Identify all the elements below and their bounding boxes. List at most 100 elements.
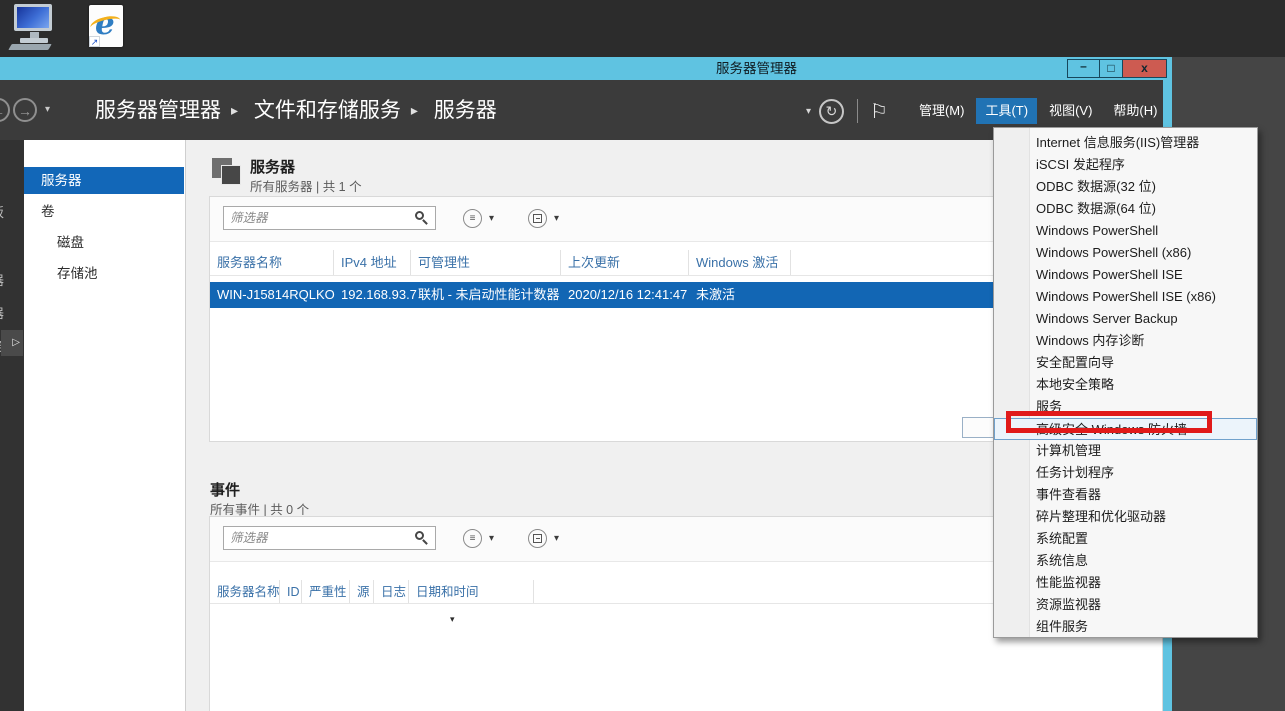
tools-menu-item[interactable]: 本地安全策略 xyxy=(994,374,1257,396)
tools-menu-item[interactable]: Windows PowerShell ISE (x86) xyxy=(994,286,1257,308)
computer-base-icon xyxy=(20,38,48,43)
tools-menu-item[interactable]: iSCSI 发起程序 xyxy=(994,154,1257,176)
tools-menu-item[interactable]: 资源监视器 xyxy=(994,594,1257,616)
breadcrumb-segment[interactable]: 服务器管理器 xyxy=(95,99,221,122)
internet-explorer-desktop-icon[interactable]: e ↗ xyxy=(82,5,130,51)
column-header[interactable]: ID xyxy=(280,580,302,603)
query-options-caret-icon[interactable]: ▾ xyxy=(489,533,494,544)
server-cell: 未激活 xyxy=(689,282,791,308)
menu-hover-artifact xyxy=(962,417,994,438)
breadcrumb-segment[interactable]: 文件和存储服务 xyxy=(254,99,401,122)
server-cell: 联机 - 未启动性能计数器 xyxy=(411,282,561,308)
menubar-item[interactable]: 视图(V) xyxy=(1040,98,1101,124)
breadcrumb-separator-icon: ▸ xyxy=(401,102,428,118)
save-query-button[interactable] xyxy=(528,529,547,548)
close-button[interactable]: x xyxy=(1122,59,1167,78)
computer-keyboard-icon xyxy=(8,44,51,50)
save-icon xyxy=(533,534,542,543)
breadcrumb-separator-icon: ▸ xyxy=(221,102,248,118)
server-cell: 2020/12/16 12:41:47 xyxy=(561,282,689,308)
column-header[interactable]: 日期和时间 xyxy=(409,580,534,603)
tools-menu-item[interactable]: ODBC 数据源(32 位) xyxy=(994,176,1257,198)
refresh-icon[interactable]: ↻ xyxy=(819,99,844,124)
query-options-button[interactable]: ≡ xyxy=(463,529,482,548)
window-titlebar: 服务器管理器 – □ x xyxy=(0,57,1172,80)
save-query-button[interactable] xyxy=(528,209,547,228)
clipped-nav-glyph: 器 xyxy=(0,270,4,289)
maximize-button[interactable]: □ xyxy=(1099,59,1123,78)
clipped-nav-glyph: 板 xyxy=(0,202,4,221)
tools-menu-item[interactable]: Windows Server Backup xyxy=(994,308,1257,330)
header-toolbar: ▾ ↻ ⚐ 管理(M) 工具(T) 视图(V) 帮助(H) xyxy=(806,97,1169,125)
breadcrumb-segment[interactable]: 服务器 xyxy=(434,99,497,122)
computer-monitor-icon xyxy=(14,4,52,31)
desktop: e ↗ 服务器管理器 – □ x ← → ▾ 服务器管理器▸ 文件和存储服务▸ … xyxy=(0,0,1285,711)
tools-menu-item[interactable]: 碎片整理和优化驱动器 xyxy=(994,506,1257,528)
menubar-item[interactable]: 管理(M) xyxy=(910,98,974,124)
maximize-icon: □ xyxy=(1100,60,1122,77)
notifications-flag-icon[interactable]: ⚐ xyxy=(870,99,888,124)
tools-menu-item[interactable]: 事件查看器 xyxy=(994,484,1257,506)
tools-menu-list: Internet 信息服务(IIS)管理器 iSCSI 发起程序 ODBC 数据… xyxy=(994,128,1257,637)
notifications-caret-icon[interactable]: ▾ xyxy=(806,106,811,117)
tools-menu-item[interactable]: 安全配置向导 xyxy=(994,352,1257,374)
tools-menu-item[interactable]: 任务计划程序 xyxy=(994,462,1257,484)
tools-menu-item[interactable]: Windows PowerShell ISE xyxy=(994,264,1257,286)
tools-menu-item[interactable]: 系统配置 xyxy=(994,528,1257,550)
sidebar-item[interactable]: 存储池 xyxy=(24,260,184,287)
sidebar-item[interactable]: 卷 xyxy=(24,198,184,225)
tools-menu-item[interactable]: Windows PowerShell (x86) xyxy=(994,242,1257,264)
save-query-caret-icon[interactable]: ▾ xyxy=(554,213,559,224)
tools-menu-item[interactable]: Internet 信息服务(IIS)管理器 xyxy=(994,132,1257,154)
events-section-title: 事件 xyxy=(210,479,240,500)
column-header[interactable]: 日志 xyxy=(374,580,409,603)
sidebar-list: 服务器 卷 磁盘 存储池 xyxy=(24,167,184,291)
tools-menu-item[interactable]: ODBC 数据源(64 位) xyxy=(994,198,1257,220)
red-annotation-box xyxy=(1006,411,1212,433)
toolbar-divider xyxy=(857,99,858,123)
tools-menu-item[interactable]: 系统信息 xyxy=(994,550,1257,572)
back-button[interactable]: ← xyxy=(0,98,10,122)
window-title: 服务器管理器 xyxy=(716,57,797,80)
query-options-button[interactable]: ≡ xyxy=(463,209,482,228)
menubar: 管理(M) 工具(T) 视图(V) 帮助(H) xyxy=(910,98,1170,124)
column-header[interactable]: 上次更新 xyxy=(561,250,689,275)
column-header[interactable]: 源 xyxy=(350,580,374,603)
query-options-caret-icon[interactable]: ▾ xyxy=(489,213,494,224)
events-filter-input[interactable] xyxy=(223,526,436,550)
tools-menu-item[interactable]: Windows PowerShell xyxy=(994,220,1257,242)
servers-filter-input[interactable] xyxy=(223,206,436,230)
menubar-item[interactable]: 工具(T) xyxy=(976,98,1037,124)
my-computer-desktop-icon[interactable] xyxy=(8,4,60,52)
sidebar-item[interactable]: 磁盘 xyxy=(24,229,184,256)
column-header[interactable]: 服务器名称 xyxy=(210,250,334,275)
server-cell: WIN-J15814RQLKO xyxy=(210,282,334,308)
servers-section-subtitle: 所有服务器 | 共 1 个 xyxy=(250,176,362,195)
save-query-caret-icon[interactable]: ▾ xyxy=(554,533,559,544)
breadcrumb-separator-icon xyxy=(497,102,517,118)
window-header: ← → ▾ 服务器管理器▸ 文件和存储服务▸ 服务器 ▾ ↻ ⚐ 管 xyxy=(0,80,1163,140)
sidebar: 服务器 卷 磁盘 存储池 xyxy=(24,140,186,711)
server-cell: 192.168.93.7 xyxy=(334,282,411,308)
minimize-button[interactable]: – xyxy=(1067,59,1100,78)
close-icon: x xyxy=(1123,60,1166,77)
tools-menu: Internet 信息服务(IIS)管理器 iSCSI 发起程序 ODBC 数据… xyxy=(993,127,1258,638)
column-header[interactable]: 可管理性 xyxy=(411,250,561,275)
column-header[interactable]: IPv4 地址 xyxy=(334,250,411,275)
breadcrumb: 服务器管理器▸ 文件和存储服务▸ 服务器 xyxy=(95,94,517,124)
menubar-item[interactable]: 帮助(H) xyxy=(1104,98,1166,124)
clipped-nav-glyph: 器 xyxy=(0,303,4,322)
nav-history-caret-icon[interactable]: ▾ xyxy=(45,104,50,115)
sidebar-item[interactable]: 服务器 xyxy=(24,167,184,194)
column-header[interactable]: 服务器名称 xyxy=(210,580,280,603)
forward-button[interactable]: → xyxy=(13,98,37,122)
column-header[interactable]: Windows 激活 xyxy=(689,250,791,275)
save-icon xyxy=(533,214,542,223)
tools-menu-item[interactable]: 组件服务 xyxy=(994,616,1257,638)
expand-nav-button[interactable]: ▷ xyxy=(1,330,23,356)
collapsed-nav-strip: 板 器 器 务 ▷ xyxy=(0,140,24,711)
column-header[interactable]: 严重性 xyxy=(302,580,350,603)
tools-menu-item[interactable]: 性能监视器 xyxy=(994,572,1257,594)
tools-menu-item[interactable]: 计算机管理 xyxy=(994,440,1257,462)
tools-menu-item[interactable]: Windows 内存诊断 xyxy=(994,330,1257,352)
